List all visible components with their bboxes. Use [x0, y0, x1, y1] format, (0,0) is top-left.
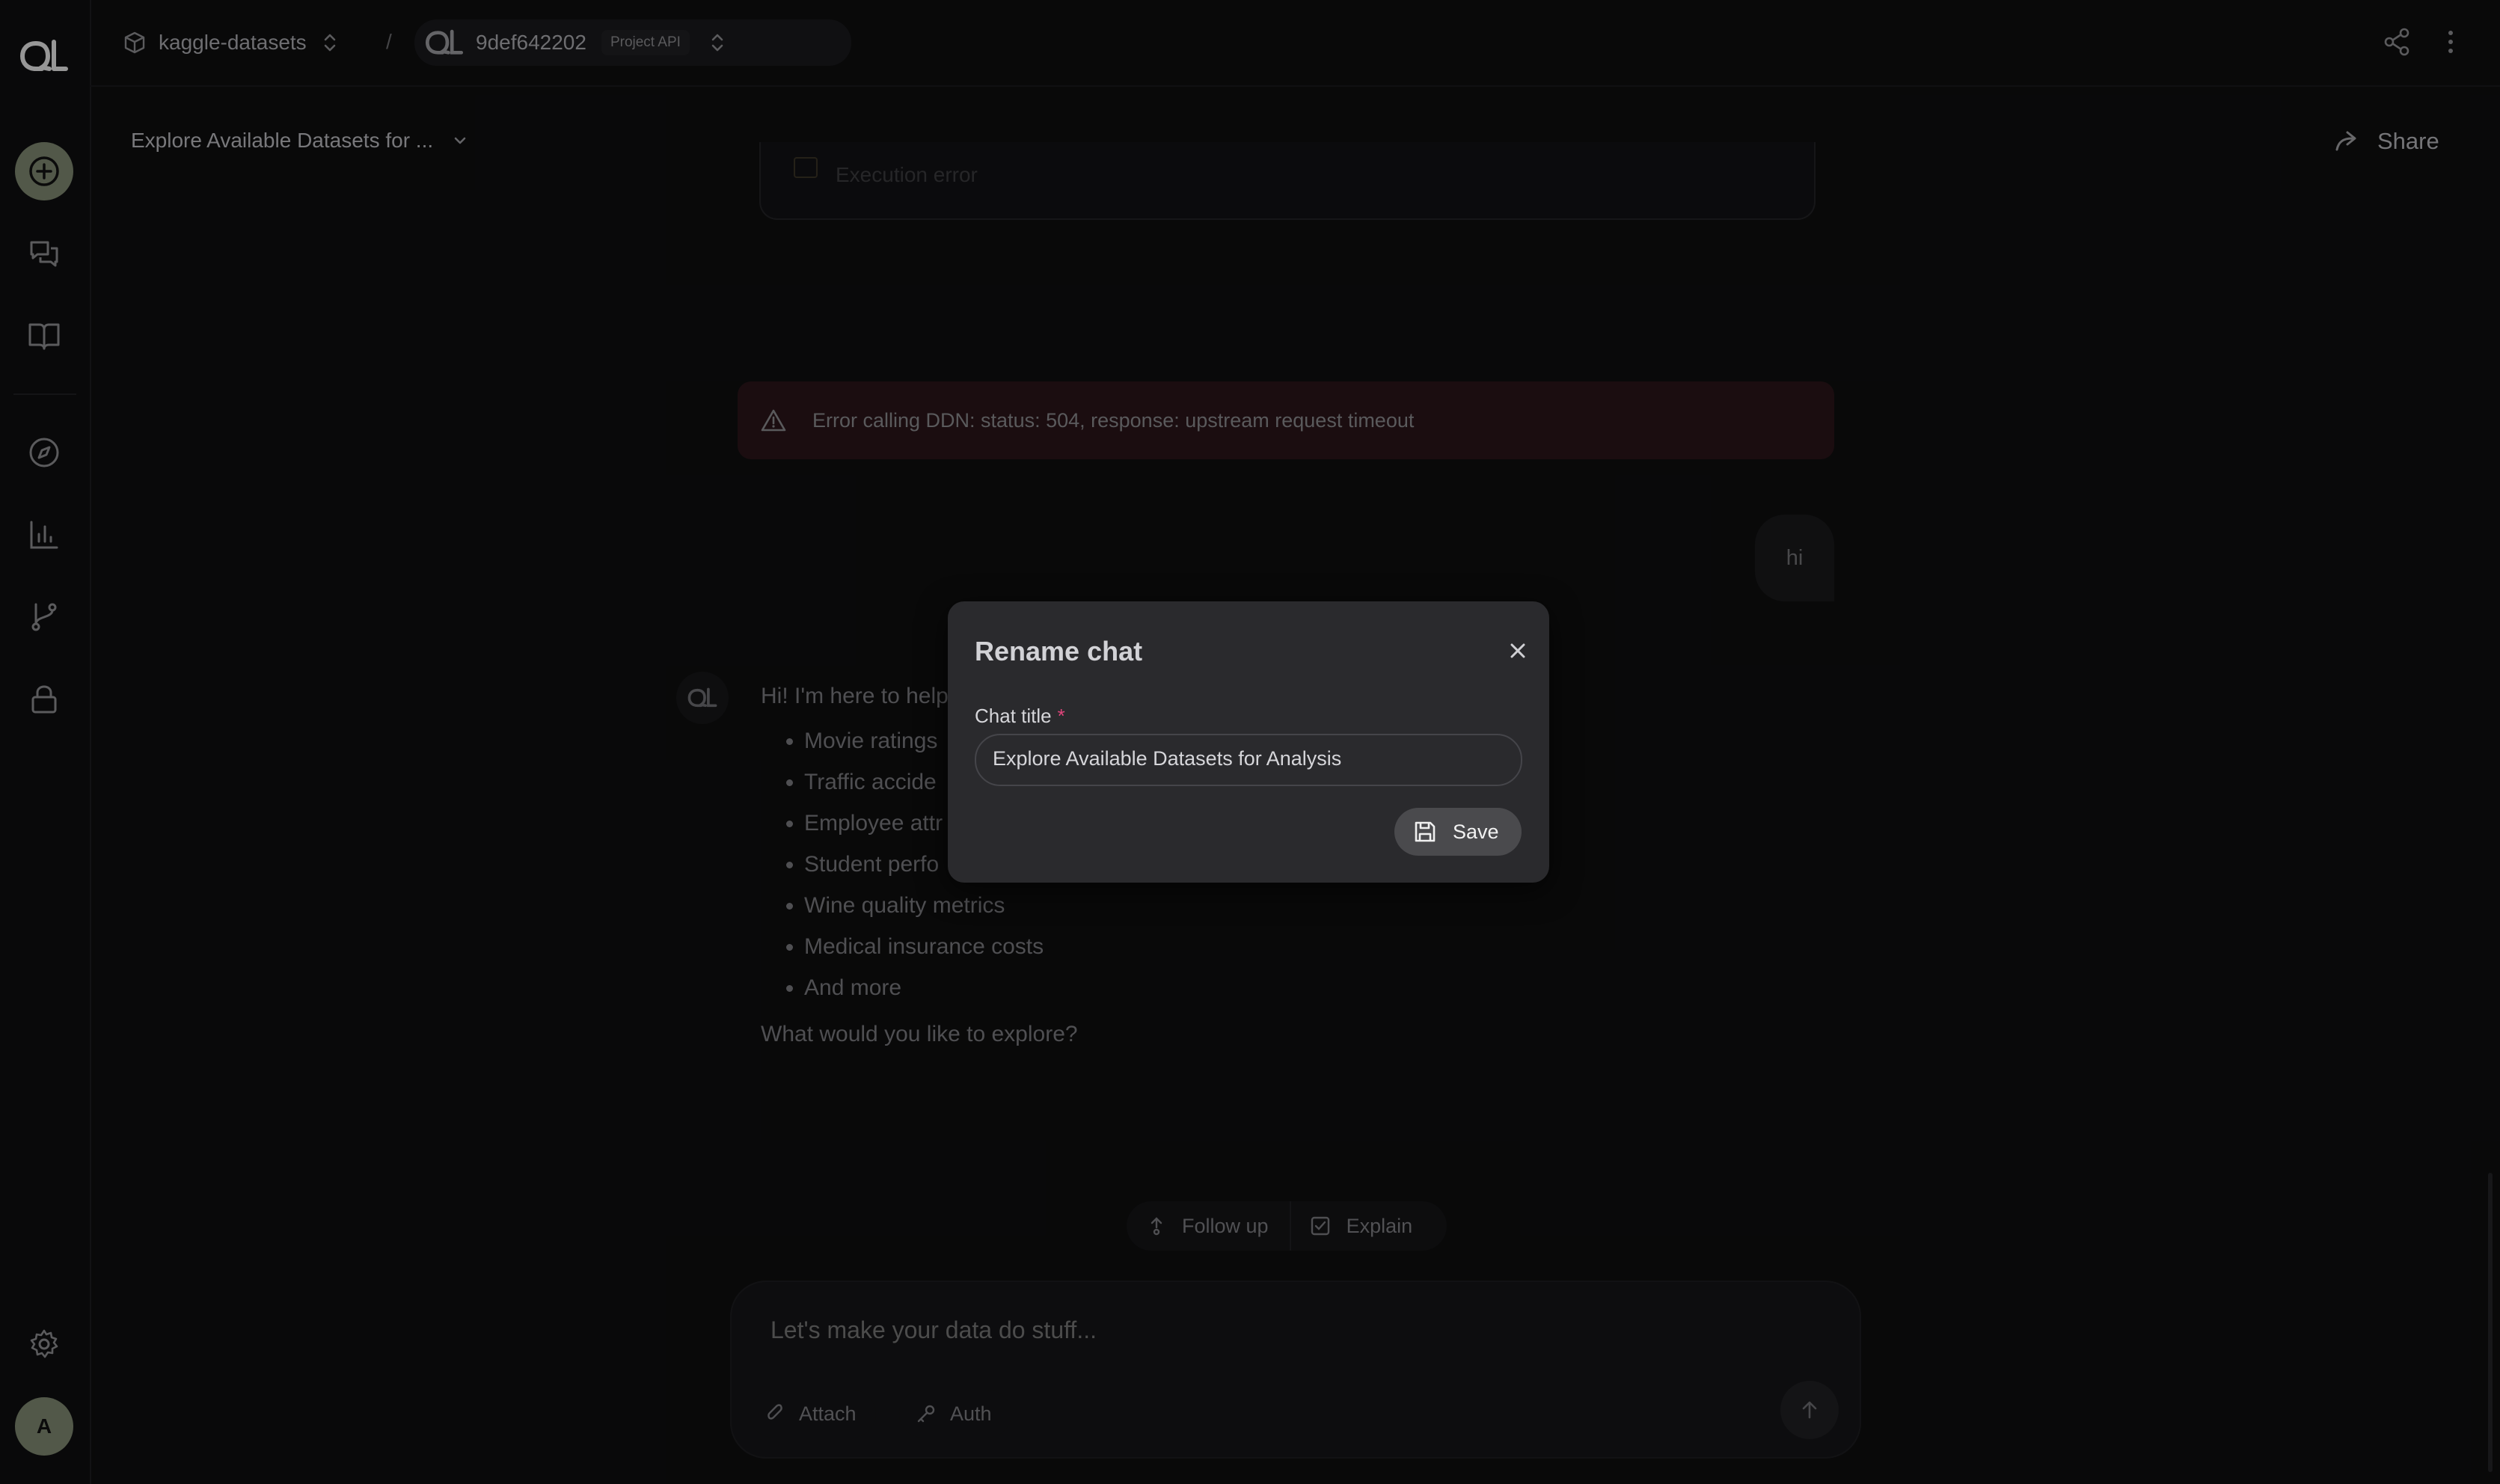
chat-title-input[interactable]: [976, 735, 1501, 782]
field-label: Chat title: [975, 705, 1052, 727]
dialog-title: Rename chat: [975, 636, 1143, 666]
chat-title-field: [975, 734, 1522, 786]
required-mark: *: [1057, 705, 1065, 727]
save-button[interactable]: Save: [1394, 808, 1522, 856]
rename-chat-dialog: Rename chat Chat title * Save: [948, 601, 1549, 883]
close-button[interactable]: [1506, 639, 1530, 663]
field-label-row: Chat title *: [975, 705, 1065, 728]
save-label: Save: [1453, 820, 1499, 843]
close-icon: [1510, 643, 1525, 658]
floppy-disk-icon: [1415, 821, 1436, 842]
